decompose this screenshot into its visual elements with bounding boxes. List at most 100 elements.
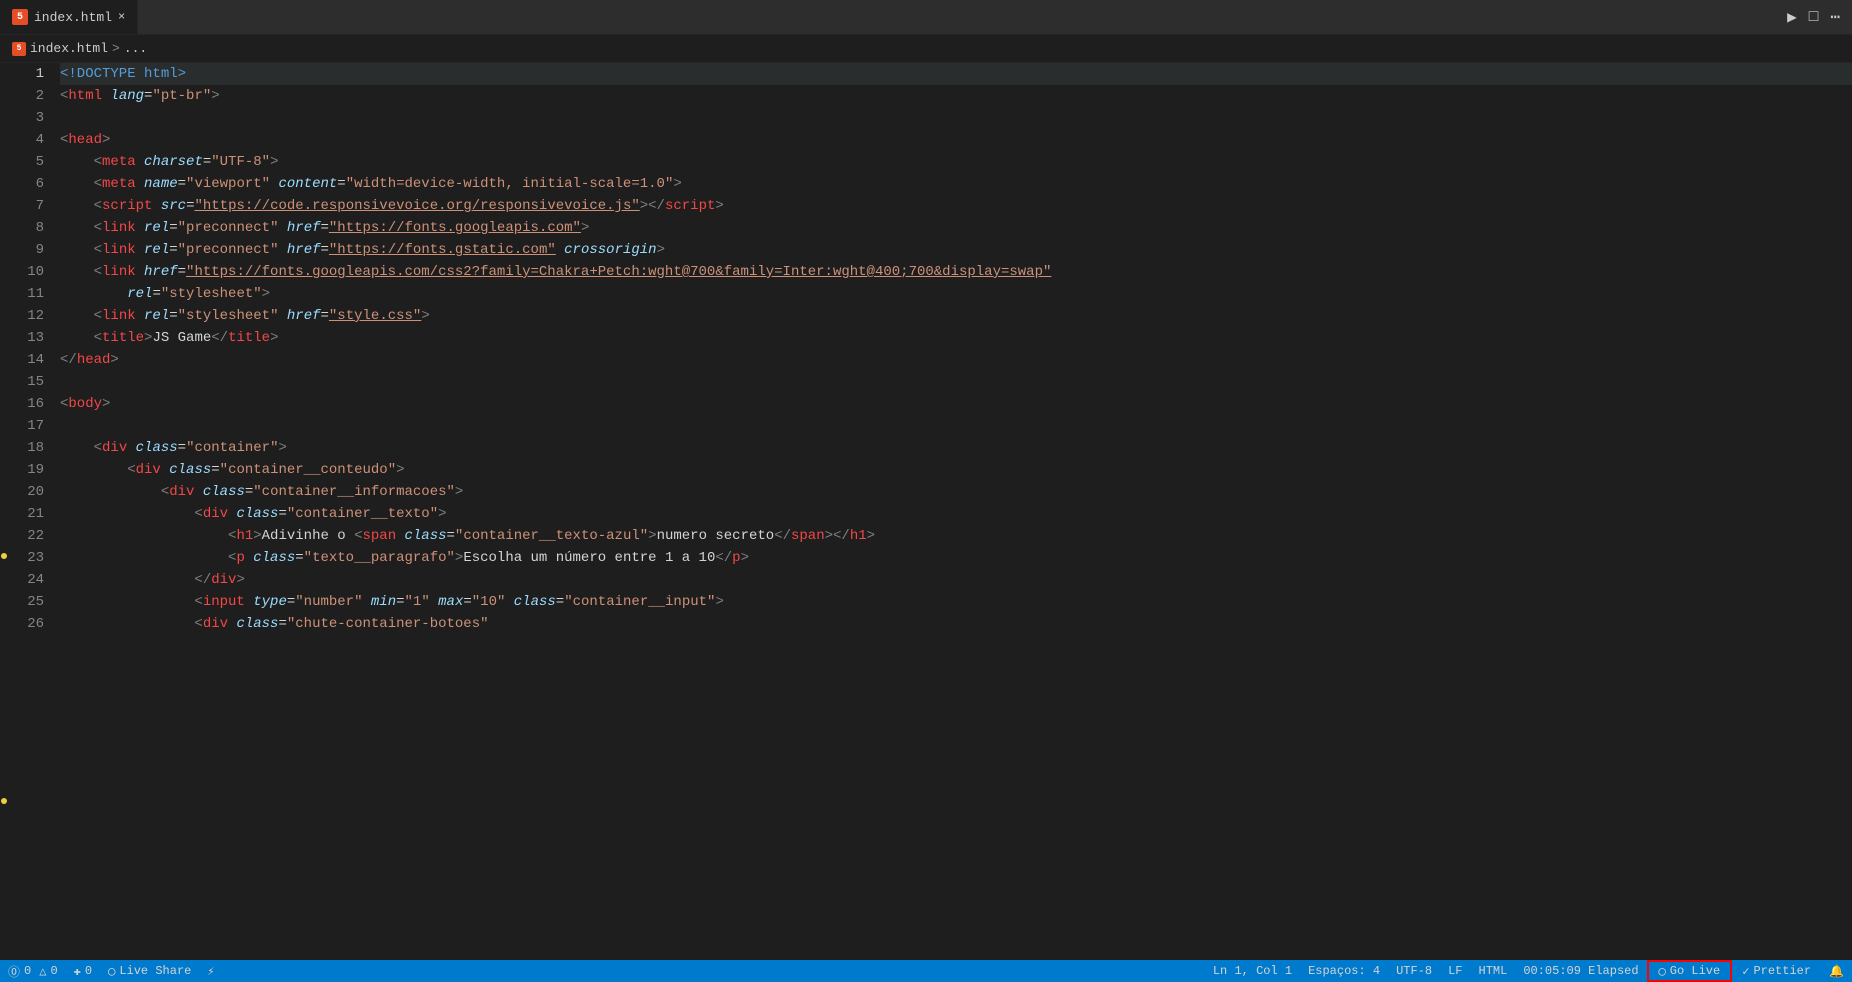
line-num-17: 17	[8, 415, 44, 437]
line-num-10: 10	[8, 261, 44, 283]
code-line-25: <input type="number" min="1" max="10" cl…	[60, 591, 1852, 613]
tab-actions: ▶ □ ⋯	[1787, 7, 1852, 27]
status-remote[interactable]: ✚ 0	[66, 960, 100, 982]
status-position[interactable]: Ln 1, Col 1	[1205, 960, 1300, 982]
code-line-6: <meta name="viewport" content="width=dev…	[60, 173, 1852, 195]
run-icon[interactable]: ▶	[1787, 7, 1797, 27]
code-line-8: <link rel="preconnect" href="https://fon…	[60, 217, 1852, 239]
breadcrumb-filename[interactable]: index.html	[30, 41, 108, 56]
live-share-icon: ◯	[108, 964, 115, 979]
line-num-1: 1	[8, 63, 44, 85]
encoding-label: UTF-8	[1396, 964, 1432, 978]
line-num-12: 12	[8, 305, 44, 327]
error-icon: ⓪	[8, 963, 20, 980]
spaces-label: Espaços: 4	[1308, 964, 1380, 978]
code-editor[interactable]: <!DOCTYPE html> <html lang="pt-br"> <hea…	[56, 63, 1852, 960]
line-num-22: 22	[8, 525, 44, 547]
status-live-share[interactable]: ◯ Live Share	[100, 960, 199, 982]
breadcrumb-bar: 5 index.html > ...	[0, 35, 1852, 63]
go-live-icon: ◯	[1659, 964, 1666, 979]
warning-icon: △	[39, 964, 46, 979]
line-num-23: 23	[8, 547, 44, 569]
code-line-19: <div class="container__conteudo">	[60, 459, 1852, 481]
line-num-7: 7	[8, 195, 44, 217]
code-line-1: <!DOCTYPE html>	[60, 63, 1852, 85]
margin-indicator-1	[1, 553, 7, 559]
status-encoding[interactable]: UTF-8	[1388, 960, 1440, 982]
code-line-21: <div class="container__texto">	[60, 503, 1852, 525]
bell-icon: 🔔	[1829, 964, 1844, 979]
line-num-24: 24	[8, 569, 44, 591]
line-num-19: 19	[8, 459, 44, 481]
code-line-20: <div class="container__informacoes">	[60, 481, 1852, 503]
line-num-16: 16	[8, 393, 44, 415]
code-line-23: <p class="texto__paragrafo">Escolha um n…	[60, 547, 1852, 569]
code-line-14: </head>	[60, 349, 1852, 371]
elapsed-label: 00:05:09 Elapsed	[1523, 964, 1638, 978]
prettier-button[interactable]: ✓ Prettier	[1732, 960, 1821, 982]
status-lightning[interactable]: ⚡	[199, 960, 222, 982]
line-num-18: 18	[8, 437, 44, 459]
code-line-17	[60, 415, 1852, 437]
go-live-label: Go Live	[1670, 964, 1720, 978]
editor-area: 1 2 3 4 5 6 7 8 9 10 11 12 13 14 15 16 1…	[0, 63, 1852, 960]
code-line-5: <meta charset="UTF-8">	[60, 151, 1852, 173]
status-language[interactable]: HTML	[1471, 960, 1516, 982]
line-numbers: 1 2 3 4 5 6 7 8 9 10 11 12 13 14 15 16 1…	[8, 63, 56, 960]
line-num-21: 21	[8, 503, 44, 525]
line-num-3: 3	[8, 107, 44, 129]
code-line-26: <div class="chute-container-botoes"	[60, 613, 1852, 635]
code-line-12: <link rel="stylesheet" href="style.css">	[60, 305, 1852, 327]
status-bar: ⓪ 0 △ 0 ✚ 0 ◯ Live Share ⚡ Ln 1, Col 1 E…	[0, 960, 1852, 982]
line-num-8: 8	[8, 217, 44, 239]
code-line-24: </div>	[60, 569, 1852, 591]
code-line-9: <link rel="preconnect" href="https://fon…	[60, 239, 1852, 261]
go-live-button[interactable]: ◯ Go Live	[1647, 960, 1733, 982]
html-file-icon: 5	[12, 9, 28, 25]
status-spaces[interactable]: Espaços: 4	[1300, 960, 1388, 982]
remote-count: 0	[85, 964, 92, 978]
status-errors[interactable]: ⓪ 0 △ 0	[0, 960, 66, 982]
code-line-16: <body>	[60, 393, 1852, 415]
tab-filename: index.html	[34, 10, 112, 25]
code-line-22: <h1>Adivinhe o <span class="container__t…	[60, 525, 1852, 547]
line-ending-label: LF	[1448, 964, 1462, 978]
code-line-4: <head>	[60, 129, 1852, 151]
line-num-6: 6	[8, 173, 44, 195]
left-margin	[0, 63, 8, 960]
tab-index-html[interactable]: 5 index.html ×	[0, 0, 138, 34]
code-line-3	[60, 107, 1852, 129]
line-num-26: 26	[8, 613, 44, 635]
tab-close-button[interactable]: ×	[118, 10, 125, 24]
code-line-13: <title>JS Game</title>	[60, 327, 1852, 349]
breadcrumb-ellipsis[interactable]: ...	[124, 41, 147, 56]
split-editor-icon[interactable]: □	[1809, 8, 1819, 26]
line-num-2: 2	[8, 85, 44, 107]
line-num-13: 13	[8, 327, 44, 349]
line-num-15: 15	[8, 371, 44, 393]
status-right: Ln 1, Col 1 Espaços: 4 UTF-8 LF HTML 00:…	[1205, 960, 1852, 982]
code-line-7: <script src="https://code.responsivevoic…	[60, 195, 1852, 217]
live-share-label: Live Share	[119, 964, 191, 978]
line-num-20: 20	[8, 481, 44, 503]
more-actions-icon[interactable]: ⋯	[1830, 7, 1840, 27]
language-label: HTML	[1479, 964, 1508, 978]
status-elapsed: 00:05:09 Elapsed	[1515, 960, 1646, 982]
breadcrumb-separator: >	[112, 41, 120, 56]
code-line-11: rel="stylesheet">	[60, 283, 1852, 305]
warning-count: 0	[50, 964, 57, 978]
margin-indicator-2	[1, 798, 7, 804]
line-num-11: 11	[8, 283, 44, 305]
line-num-5: 5	[8, 151, 44, 173]
remote-icon: ✚	[74, 964, 81, 979]
breadcrumb-file-icon: 5	[12, 42, 26, 56]
lightning-icon: ⚡	[207, 964, 214, 979]
line-num-25: 25	[8, 591, 44, 613]
cursor-position: Ln 1, Col 1	[1213, 964, 1292, 978]
notification-bell-button[interactable]: 🔔	[1821, 960, 1852, 982]
checkmark-icon: ✓	[1742, 964, 1749, 979]
code-line-15	[60, 371, 1852, 393]
tab-bar: 5 index.html × ▶ □ ⋯	[0, 0, 1852, 35]
status-line-ending[interactable]: LF	[1440, 960, 1470, 982]
line-num-14: 14	[8, 349, 44, 371]
